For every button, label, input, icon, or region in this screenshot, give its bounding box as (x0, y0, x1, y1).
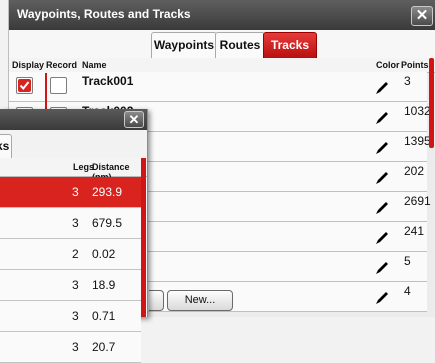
table-row[interactable]: 3 20.7 (0, 332, 141, 363)
track-points: 1032 (404, 104, 431, 118)
tab-routes[interactable]: Routes (215, 32, 265, 58)
route-distance: 679.5 (92, 216, 123, 230)
tab-tracks[interactable]: Tracks (263, 32, 317, 58)
pencil-icon[interactable] (375, 201, 389, 215)
route-distance: 18.9 (92, 278, 116, 292)
header-record[interactable]: Record (46, 60, 77, 70)
table-row[interactable]: Track001 3 (9, 72, 427, 102)
track-points: 202 (404, 164, 425, 178)
tab-bar: Waypoints Routes Tracks (9, 30, 435, 59)
pencil-icon[interactable] (375, 111, 389, 125)
routes-table: 3 293.9 3 679.5 2 0.02 3 18.9 3 0.71 3 2… (0, 177, 141, 363)
hidden-button-edge[interactable] (149, 290, 164, 311)
tab-tracks[interactable]: ks (0, 134, 12, 158)
pencil-icon[interactable] (375, 231, 389, 245)
header-points[interactable]: Points (401, 60, 429, 70)
pencil-icon[interactable] (375, 141, 389, 155)
route-legs: 3 (72, 278, 79, 292)
dialog-titlebar: Waypoints, Routes and Tracks ✕ (9, 0, 435, 30)
new-track-button[interactable]: New... (167, 290, 233, 311)
header-display[interactable]: Display (12, 60, 44, 70)
route-legs: 3 (72, 309, 79, 323)
tracks-table-header: Display Record Name Color Points (9, 58, 435, 73)
scrollbar[interactable] (141, 158, 146, 317)
dialog-titlebar: ✕ (0, 109, 147, 130)
display-checkbox[interactable] (16, 77, 33, 94)
tab-waypoints[interactable]: Waypoints (151, 32, 217, 58)
pencil-icon[interactable] (375, 291, 389, 305)
record-checkbox[interactable] (50, 77, 67, 94)
routes-table-header: Legs Distance (nm) (0, 158, 147, 182)
track-points: 5 (404, 254, 411, 268)
track-points: 3 (404, 74, 411, 88)
pencil-icon[interactable] (375, 81, 389, 95)
pencil-icon[interactable] (375, 171, 389, 185)
table-row[interactable]: 2 0.02 (0, 239, 141, 270)
route-legs: 2 (72, 247, 79, 261)
track-points: 2691 (404, 194, 431, 208)
route-legs: 3 (72, 185, 79, 199)
close-button[interactable]: ✕ (411, 6, 433, 26)
track-points: 4 (404, 284, 411, 298)
track-name: Track001 (82, 74, 134, 88)
dialog-title: Waypoints, Routes and Tracks (17, 7, 191, 21)
close-button[interactable]: ✕ (124, 111, 144, 128)
tab-bar: ks (0, 130, 147, 159)
route-distance: 0.71 (92, 309, 116, 323)
table-row[interactable]: 3 679.5 (0, 208, 141, 239)
routes-dialog: ✕ ks Legs Distance (nm) 3 293.9 3 679.5 … (0, 109, 148, 363)
table-row[interactable]: 3 18.9 (0, 270, 141, 301)
route-legs: 3 (72, 340, 79, 354)
header-name[interactable]: Name (82, 60, 107, 70)
route-distance: 20.7 (92, 340, 116, 354)
route-distance: 0.02 (92, 247, 116, 261)
pencil-icon[interactable] (375, 261, 389, 275)
route-distance: 293.9 (92, 185, 123, 199)
scrollbar[interactable] (429, 58, 434, 148)
checkmark-icon (18, 79, 31, 92)
close-icon: ✕ (128, 112, 140, 127)
header-color[interactable]: Color (376, 60, 400, 70)
track-points: 241 (404, 224, 425, 238)
table-row[interactable]: 3 293.9 (0, 177, 141, 208)
route-legs: 3 (72, 216, 79, 230)
header-legs[interactable]: Legs (73, 162, 94, 172)
track-points: 1395 (404, 134, 431, 148)
close-icon: ✕ (415, 7, 429, 24)
